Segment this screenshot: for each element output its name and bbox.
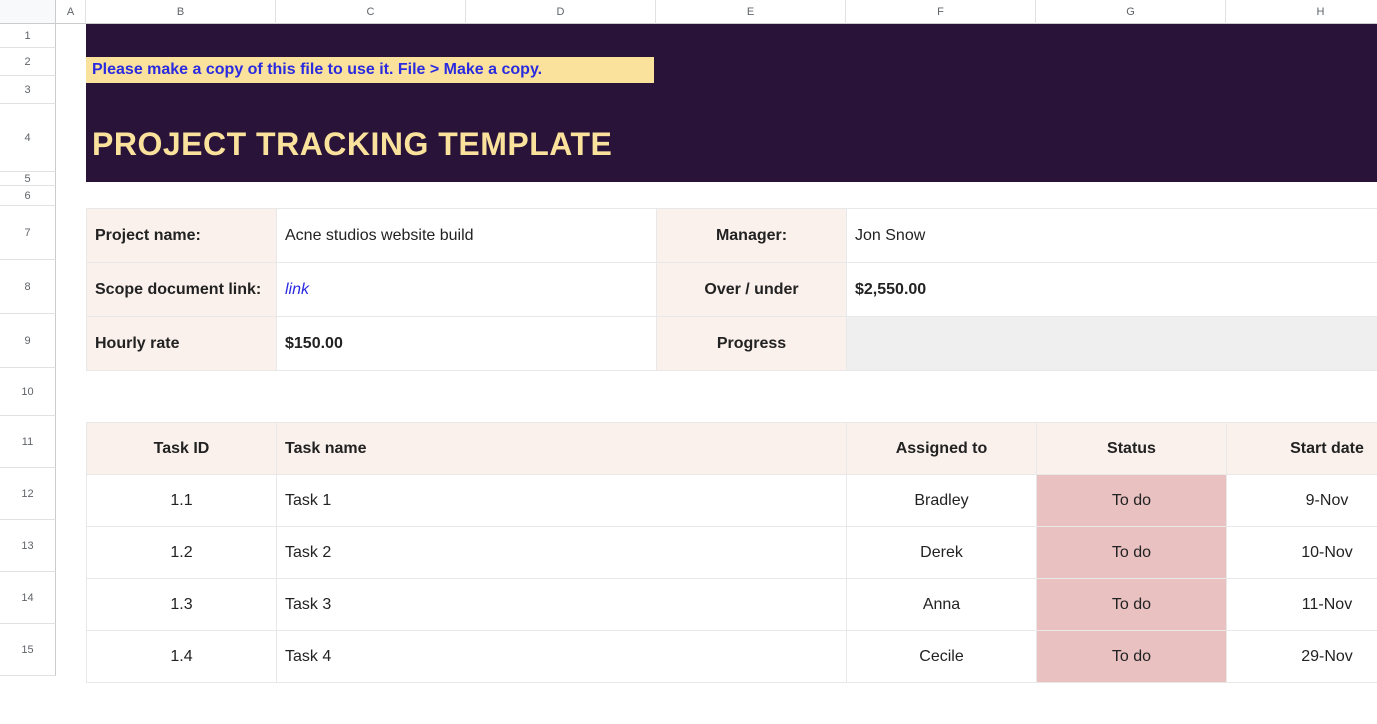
- col-header-C[interactable]: C: [276, 0, 466, 24]
- task-name-1[interactable]: Task 2: [277, 527, 847, 579]
- row-header-9[interactable]: 9: [0, 314, 56, 368]
- col-header-B[interactable]: B: [86, 0, 276, 24]
- select-all-corner[interactable]: [0, 0, 56, 24]
- row-header-11[interactable]: 11: [0, 416, 56, 468]
- task-status-1[interactable]: To do: [1037, 527, 1227, 579]
- project-name-label: Project name:: [87, 209, 277, 263]
- task-status-2[interactable]: To do: [1037, 579, 1227, 631]
- th-status[interactable]: Status: [1037, 423, 1227, 475]
- task-start-3[interactable]: 29-Nov: [1227, 631, 1377, 683]
- th-task-id[interactable]: Task ID: [87, 423, 277, 475]
- row-header-6[interactable]: 6: [0, 186, 56, 206]
- row-header-10[interactable]: 10: [0, 368, 56, 416]
- scope-label: Scope document link:: [87, 263, 277, 317]
- th-task-name[interactable]: Task name: [277, 423, 847, 475]
- row-header-12[interactable]: 12: [0, 468, 56, 520]
- task-assigned-0[interactable]: Bradley: [847, 475, 1037, 527]
- row-header-7[interactable]: 7: [0, 206, 56, 260]
- task-name-0[interactable]: Task 1: [277, 475, 847, 527]
- over-under-value[interactable]: $2,550.00: [847, 263, 1377, 317]
- copy-notice[interactable]: Please make a copy of this file to use i…: [86, 57, 654, 83]
- th-assigned[interactable]: Assigned to: [847, 423, 1037, 475]
- row-header-5[interactable]: 5: [0, 172, 56, 186]
- manager-value[interactable]: Jon Snow: [847, 209, 1377, 263]
- task-assigned-1[interactable]: Derek: [847, 527, 1037, 579]
- task-start-2[interactable]: 11-Nov: [1227, 579, 1377, 631]
- col-header-F[interactable]: F: [846, 0, 1036, 24]
- col-header-G[interactable]: G: [1036, 0, 1226, 24]
- project-meta-grid: Project name: Acne studios website build…: [86, 208, 1377, 371]
- task-id-0[interactable]: 1.1: [87, 475, 277, 527]
- row-header-8[interactable]: 8: [0, 260, 56, 314]
- task-status-0[interactable]: To do: [1037, 475, 1227, 527]
- task-start-0[interactable]: 9-Nov: [1227, 475, 1377, 527]
- col-header-A[interactable]: A: [56, 0, 86, 24]
- task-name-2[interactable]: Task 3: [277, 579, 847, 631]
- page-title: PROJECT TRACKING TEMPLATE: [92, 126, 612, 163]
- column-headers: A B C D E F G H: [0, 0, 1377, 24]
- task-id-2[interactable]: 1.3: [87, 579, 277, 631]
- task-start-1[interactable]: 10-Nov: [1227, 527, 1377, 579]
- task-assigned-2[interactable]: Anna: [847, 579, 1037, 631]
- task-status-3[interactable]: To do: [1037, 631, 1227, 683]
- col-header-D[interactable]: D: [466, 0, 656, 24]
- project-name-value[interactable]: Acne studios website build: [277, 209, 657, 263]
- row-headers: 123456789101112131415: [0, 24, 56, 676]
- col-header-E[interactable]: E: [656, 0, 846, 24]
- manager-label: Manager:: [657, 209, 847, 263]
- hourly-label: Hourly rate: [87, 317, 277, 371]
- over-under-label: Over / under: [657, 263, 847, 317]
- col-a-gutter: [56, 24, 86, 724]
- task-id-3[interactable]: 1.4: [87, 631, 277, 683]
- row-header-3[interactable]: 3: [0, 76, 56, 104]
- progress-label: Progress: [657, 317, 847, 371]
- row-header-14[interactable]: 14: [0, 572, 56, 624]
- progress-value[interactable]: [847, 317, 1377, 371]
- row-header-13[interactable]: 13: [0, 520, 56, 572]
- row-header-4[interactable]: 4: [0, 104, 56, 172]
- task-id-1[interactable]: 1.2: [87, 527, 277, 579]
- th-start[interactable]: Start date: [1227, 423, 1377, 475]
- tasks-table: Task ID Task name Assigned to Status Sta…: [86, 422, 1377, 683]
- scope-link[interactable]: link: [277, 263, 657, 317]
- row-header-2[interactable]: 2: [0, 48, 56, 76]
- row-header-1[interactable]: 1: [0, 24, 56, 48]
- task-name-3[interactable]: Task 4: [277, 631, 847, 683]
- task-assigned-3[interactable]: Cecile: [847, 631, 1037, 683]
- hourly-value[interactable]: $150.00: [277, 317, 657, 371]
- col-header-H[interactable]: H: [1226, 0, 1377, 24]
- row-header-15[interactable]: 15: [0, 624, 56, 676]
